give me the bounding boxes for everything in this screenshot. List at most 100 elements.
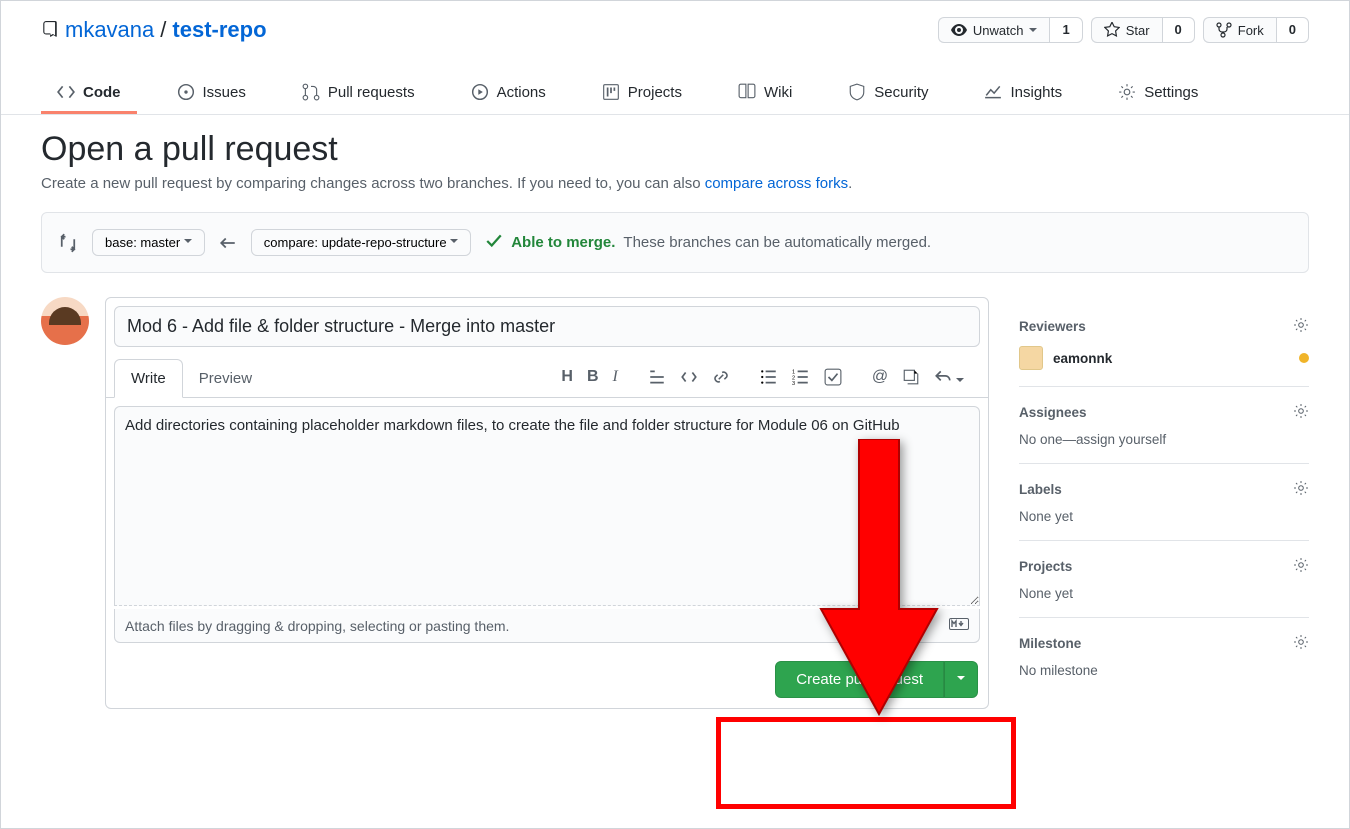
projects-empty: None yet bbox=[1019, 586, 1309, 601]
create-pr-dropdown[interactable] bbox=[944, 661, 978, 698]
reply-icon[interactable] bbox=[934, 368, 964, 389]
submit-row: Create pull request bbox=[106, 651, 988, 708]
editor-tab-preview[interactable]: Preview bbox=[183, 360, 268, 397]
tab-insights[interactable]: Insights bbox=[968, 73, 1078, 114]
mergeable-status: Able to merge. These branches can be aut… bbox=[485, 232, 931, 254]
caret-down-icon bbox=[1029, 28, 1037, 36]
editor-tabs: Write Preview H B I bbox=[106, 359, 988, 398]
main: Write Preview H B I bbox=[41, 297, 1309, 709]
check-icon bbox=[485, 232, 503, 254]
milestone-empty: No milestone bbox=[1019, 663, 1309, 678]
gear-icon[interactable] bbox=[1293, 480, 1309, 499]
markdown-toolbar: H B I bbox=[553, 368, 980, 389]
fork-button[interactable]: Fork bbox=[1203, 17, 1276, 43]
caret-down-icon bbox=[184, 239, 192, 247]
reviewer-item[interactable]: eamonnk bbox=[1019, 346, 1309, 370]
projects-block: Projects None yet bbox=[1019, 541, 1309, 618]
repo-name-link[interactable]: test-repo bbox=[172, 17, 266, 43]
gear-icon[interactable] bbox=[1293, 634, 1309, 653]
italic-icon[interactable]: I bbox=[613, 368, 618, 389]
quote-icon[interactable] bbox=[648, 368, 666, 389]
bold-icon[interactable]: B bbox=[587, 368, 599, 389]
heading-icon[interactable]: H bbox=[561, 368, 573, 389]
page-title: Open a pull request bbox=[41, 130, 1309, 169]
svg-text:3: 3 bbox=[792, 380, 795, 385]
reviewers-block: Reviewers eamonnk bbox=[1019, 301, 1309, 387]
unwatch-label: Unwatch bbox=[973, 23, 1024, 38]
compare-branch-button[interactable]: compare: update-repo-structure bbox=[251, 229, 471, 256]
fork-icon bbox=[1216, 22, 1232, 38]
assignees-block: Assignees No one—assign yourself bbox=[1019, 387, 1309, 464]
milestone-block: Milestone No milestone bbox=[1019, 618, 1309, 694]
pr-body-textarea[interactable] bbox=[114, 406, 980, 606]
compare-icon bbox=[58, 233, 78, 253]
reviewer-avatar bbox=[1019, 346, 1043, 370]
graph-icon bbox=[984, 83, 1002, 101]
projects-head[interactable]: Projects bbox=[1019, 557, 1309, 576]
compare-box: base: master compare: update-repo-struct… bbox=[41, 212, 1309, 273]
star-label: Star bbox=[1126, 23, 1150, 38]
pr-title-input[interactable] bbox=[114, 306, 980, 347]
gear-icon[interactable] bbox=[1293, 403, 1309, 422]
repo-owner-link[interactable]: mkavana bbox=[65, 17, 154, 43]
avatar bbox=[41, 297, 89, 345]
tab-security[interactable]: Security bbox=[832, 73, 944, 114]
reviewer-name: eamonnk bbox=[1053, 351, 1112, 366]
unwatch-button[interactable]: Unwatch bbox=[938, 17, 1050, 43]
labels-empty: None yet bbox=[1019, 509, 1309, 524]
repo-header: mkavana / test-repo Unwatch 1 Star 0 bbox=[1, 1, 1349, 43]
submit-group: Create pull request bbox=[775, 661, 978, 698]
repo-tabs: Code Issues Pull requests Actions Projec… bbox=[1, 73, 1349, 115]
attach-hint[interactable]: Attach files by dragging & dropping, sel… bbox=[114, 609, 980, 643]
watch-count[interactable]: 1 bbox=[1049, 17, 1082, 43]
annotation-highlight bbox=[716, 717, 1016, 809]
comment-box: Write Preview H B I bbox=[105, 297, 989, 709]
markdown-icon bbox=[949, 617, 969, 634]
link-icon[interactable] bbox=[712, 368, 730, 389]
left-column: Write Preview H B I bbox=[41, 297, 989, 709]
code-icon bbox=[57, 83, 75, 101]
editor-tab-write[interactable]: Write bbox=[114, 359, 183, 398]
assignees-empty[interactable]: No one—assign yourself bbox=[1019, 432, 1309, 447]
star-count[interactable]: 0 bbox=[1162, 17, 1195, 43]
tab-actions[interactable]: Actions bbox=[455, 73, 562, 114]
tasklist-icon[interactable] bbox=[824, 368, 842, 389]
milestone-head[interactable]: Milestone bbox=[1019, 634, 1309, 653]
caret-down-icon bbox=[956, 378, 964, 386]
tab-projects[interactable]: Projects bbox=[586, 73, 698, 114]
list-ol-icon[interactable]: 123 bbox=[792, 368, 810, 389]
tab-settings[interactable]: Settings bbox=[1102, 73, 1214, 114]
list-ul-icon[interactable] bbox=[760, 368, 778, 389]
tab-wiki[interactable]: Wiki bbox=[722, 73, 808, 114]
pull-request-icon bbox=[302, 83, 320, 101]
arrow-left-icon bbox=[219, 234, 237, 252]
tab-pulls[interactable]: Pull requests bbox=[286, 73, 431, 114]
sidebar: Reviewers eamonnk Assignees No one—assig… bbox=[1019, 297, 1309, 709]
assignees-head[interactable]: Assignees bbox=[1019, 403, 1309, 422]
base-branch-button[interactable]: base: master bbox=[92, 229, 205, 256]
tab-code[interactable]: Code bbox=[41, 73, 137, 114]
reviewers-head[interactable]: Reviewers bbox=[1019, 317, 1309, 336]
eye-icon bbox=[951, 22, 967, 38]
labels-head[interactable]: Labels bbox=[1019, 480, 1309, 499]
project-icon bbox=[602, 83, 620, 101]
fork-group: Fork 0 bbox=[1203, 17, 1309, 43]
tab-issues[interactable]: Issues bbox=[161, 73, 262, 114]
form-row: Write Preview H B I bbox=[41, 297, 989, 709]
mention-icon[interactable]: @ bbox=[872, 368, 888, 389]
fork-count[interactable]: 0 bbox=[1276, 17, 1309, 43]
compare-forks-link[interactable]: compare across forks bbox=[705, 175, 848, 192]
page-subtitle: Create a new pull request by comparing c… bbox=[41, 175, 1309, 192]
gear-icon[interactable] bbox=[1293, 317, 1309, 336]
app-frame: mkavana / test-repo Unwatch 1 Star 0 bbox=[0, 0, 1350, 829]
reference-icon[interactable] bbox=[902, 368, 920, 389]
play-icon bbox=[471, 83, 489, 101]
star-button[interactable]: Star bbox=[1091, 17, 1162, 43]
shield-icon bbox=[848, 83, 866, 101]
star-group: Star 0 bbox=[1091, 17, 1195, 43]
code-icon[interactable] bbox=[680, 368, 698, 389]
repo-actions: Unwatch 1 Star 0 Fork 0 bbox=[938, 17, 1309, 43]
gear-icon[interactable] bbox=[1293, 557, 1309, 576]
create-pr-button[interactable]: Create pull request bbox=[775, 661, 944, 698]
path-separator: / bbox=[160, 17, 166, 43]
